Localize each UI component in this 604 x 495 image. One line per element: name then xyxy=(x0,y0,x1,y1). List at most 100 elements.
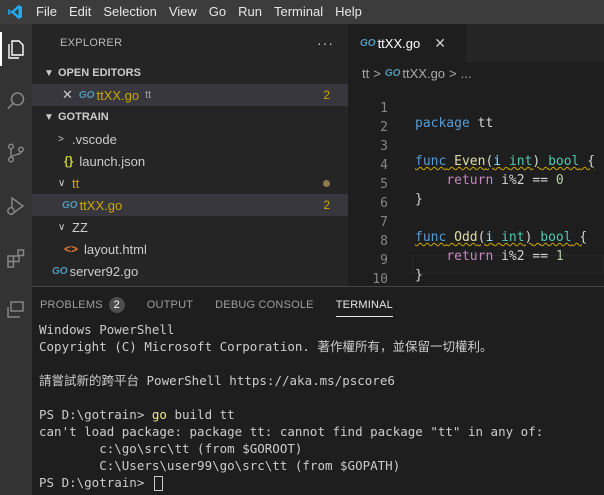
menu-selection[interactable]: Selection xyxy=(97,0,162,24)
chevron-down-icon: ▼ xyxy=(44,111,54,123)
open-editor-name: ttXX.go xyxy=(96,87,140,103)
terminal-line: can't load package: package tt: cannot f… xyxy=(39,424,544,439)
terminal-args: build tt xyxy=(166,407,235,422)
code-line: 9 } xyxy=(348,236,604,283)
tree-file-launch[interactable]: {} launch.json xyxy=(32,150,348,172)
terminal-line: Windows PowerShell xyxy=(39,322,175,337)
terminal-command: go xyxy=(151,407,167,422)
go-file-icon: GO xyxy=(52,265,68,277)
chevron-right-icon: > xyxy=(449,65,457,81)
active-indicator xyxy=(0,32,2,66)
tree-folder-zz[interactable]: ∨ ZZ xyxy=(32,216,348,238)
menu-view[interactable]: View xyxy=(163,0,203,24)
terminal-line: C:\Users\user99\go\src\tt (from $GOPATH) xyxy=(39,458,401,473)
folder-name: tt xyxy=(72,175,80,191)
workspace-label: GOTRAIN xyxy=(58,111,109,123)
tab-label: ttXX.go xyxy=(377,35,421,51)
code-line: 5 } xyxy=(348,160,604,207)
code-line: 6 xyxy=(348,179,604,211)
code-line: 10 xyxy=(348,255,604,287)
menu-file[interactable]: File xyxy=(30,0,63,24)
explorer-title: EXPLORER xyxy=(60,37,123,49)
menu-terminal[interactable]: Terminal xyxy=(268,0,329,24)
menu-help[interactable]: Help xyxy=(329,0,368,24)
folder-name: ZZ xyxy=(72,219,88,235)
code-line: 2 xyxy=(348,103,604,135)
menu-edit[interactable]: Edit xyxy=(63,0,97,24)
chevron-down-icon: ∨ xyxy=(58,221,66,233)
terminal-output[interactable]: Windows PowerShell Copyright (C) Microso… xyxy=(39,321,543,491)
terminal-line: 請嘗試新的跨平台 PowerShell https://aka.ms/pscor… xyxy=(39,373,395,388)
code-line: 8 return i%2 == 1 xyxy=(348,217,604,264)
open-editors-header[interactable]: ▼ OPEN EDITORS xyxy=(32,62,348,84)
open-editor-ttxx[interactable]: ✕ GO ttXX.go tt 2 xyxy=(32,84,348,106)
terminal-cursor xyxy=(153,476,163,491)
menu-go[interactable]: Go xyxy=(203,0,232,24)
close-icon[interactable]: ✕ xyxy=(62,87,73,103)
activity-bar xyxy=(0,24,32,495)
file-name: launch.json xyxy=(79,153,146,169)
json-file-icon: {} xyxy=(64,154,74,168)
terminal-line: Copyright (C) Microsoft Corporation. 著作權… xyxy=(39,339,493,354)
code-line: 4 return i%2 == 0 xyxy=(348,141,604,188)
code-line: 1 package tt xyxy=(348,84,604,131)
tab-problems[interactable]: PROBLEMS 2 xyxy=(40,287,125,323)
tree-folder-tt[interactable]: ∨ tt xyxy=(32,172,348,194)
workspace-header[interactable]: ▼ GOTRAIN xyxy=(32,106,348,128)
tree-file-server[interactable]: GO server92.go xyxy=(32,260,348,282)
more-actions-icon[interactable]: ··· xyxy=(317,35,334,51)
tab-output[interactable]: OUTPUT xyxy=(147,287,193,323)
explorer-sidebar: EXPLORER ··· ▼ OPEN EDITORS ✕ GO ttXX.go… xyxy=(32,24,348,286)
tree-file-layout[interactable]: <> layout.html xyxy=(32,238,348,260)
tab-debug-console[interactable]: DEBUG CONSOLE xyxy=(215,287,314,323)
go-file-icon: GO xyxy=(360,37,376,49)
chevron-right-icon: > xyxy=(373,65,381,81)
explorer-header: EXPLORER ··· xyxy=(32,24,348,62)
problem-count: 2 xyxy=(323,88,330,102)
tree-folder-vscode[interactable]: > .vscode xyxy=(32,128,348,150)
file-name: server92.go xyxy=(69,263,139,279)
modified-dot xyxy=(323,179,330,187)
tab-label: PROBLEMS xyxy=(40,299,103,311)
terminal-line: c:\go\src\tt (from $GOROOT) xyxy=(39,441,303,456)
problems-count-badge: 2 xyxy=(108,297,125,313)
search-icon[interactable] xyxy=(4,89,28,113)
folder-name: .vscode xyxy=(72,131,117,147)
terminal-line: PS D:\gotrain> xyxy=(39,474,543,491)
explorer-icon[interactable] xyxy=(4,37,28,61)
html-file-icon: <> xyxy=(64,242,79,256)
open-editors-label: OPEN EDITORS xyxy=(58,67,141,79)
remote-icon[interactable] xyxy=(4,298,28,322)
source-control-icon[interactable] xyxy=(4,141,28,165)
tree-file-ttxx[interactable]: GO ttXX.go 2 xyxy=(32,194,348,216)
editor-tab-bar: GO ttXX.go ✕ xyxy=(348,24,604,62)
breadcrumb-folder[interactable]: tt xyxy=(362,66,369,81)
tab-terminal[interactable]: TERMINAL xyxy=(335,287,394,323)
terminal-prompt: PS D:\gotrain> xyxy=(39,475,152,490)
vscode-logo-icon xyxy=(0,0,30,24)
extensions-icon[interactable] xyxy=(4,246,28,270)
file-name: ttXX.go xyxy=(79,197,123,213)
code-editor[interactable]: 1 package tt 2 3 func Even(i int) bool {… xyxy=(348,84,604,287)
chevron-down-icon: ∨ xyxy=(58,177,66,189)
tab-ttxx[interactable]: GO ttXX.go ✕ xyxy=(348,24,466,62)
close-icon[interactable]: ✕ xyxy=(434,35,446,52)
problem-count: 2 xyxy=(323,198,330,212)
menu-bar: File Edit Selection View Go Run Terminal… xyxy=(0,0,604,24)
terminal-line: PS D:\gotrain> go build tt xyxy=(39,406,543,423)
breadcrumb-file[interactable]: ttXX.go xyxy=(402,66,445,81)
menu-run[interactable]: Run xyxy=(232,0,268,24)
code-line: 3 func Even(i int) bool { xyxy=(348,122,604,169)
run-debug-icon[interactable] xyxy=(4,194,28,218)
code-line: 7 func Odd(i int) bool { xyxy=(348,198,604,245)
open-editor-folder: tt xyxy=(145,89,152,101)
chevron-right-icon: > xyxy=(58,133,64,145)
chevron-down-icon: ▼ xyxy=(44,67,54,79)
terminal-prompt: PS D:\gotrain> xyxy=(39,407,152,422)
breadcrumb-more[interactable]: ... xyxy=(461,66,472,81)
file-name: layout.html xyxy=(84,241,147,257)
go-file-icon: GO xyxy=(62,199,78,211)
bottom-panel: PROBLEMS 2 OUTPUT DEBUG CONSOLE TERMINAL… xyxy=(32,286,604,495)
